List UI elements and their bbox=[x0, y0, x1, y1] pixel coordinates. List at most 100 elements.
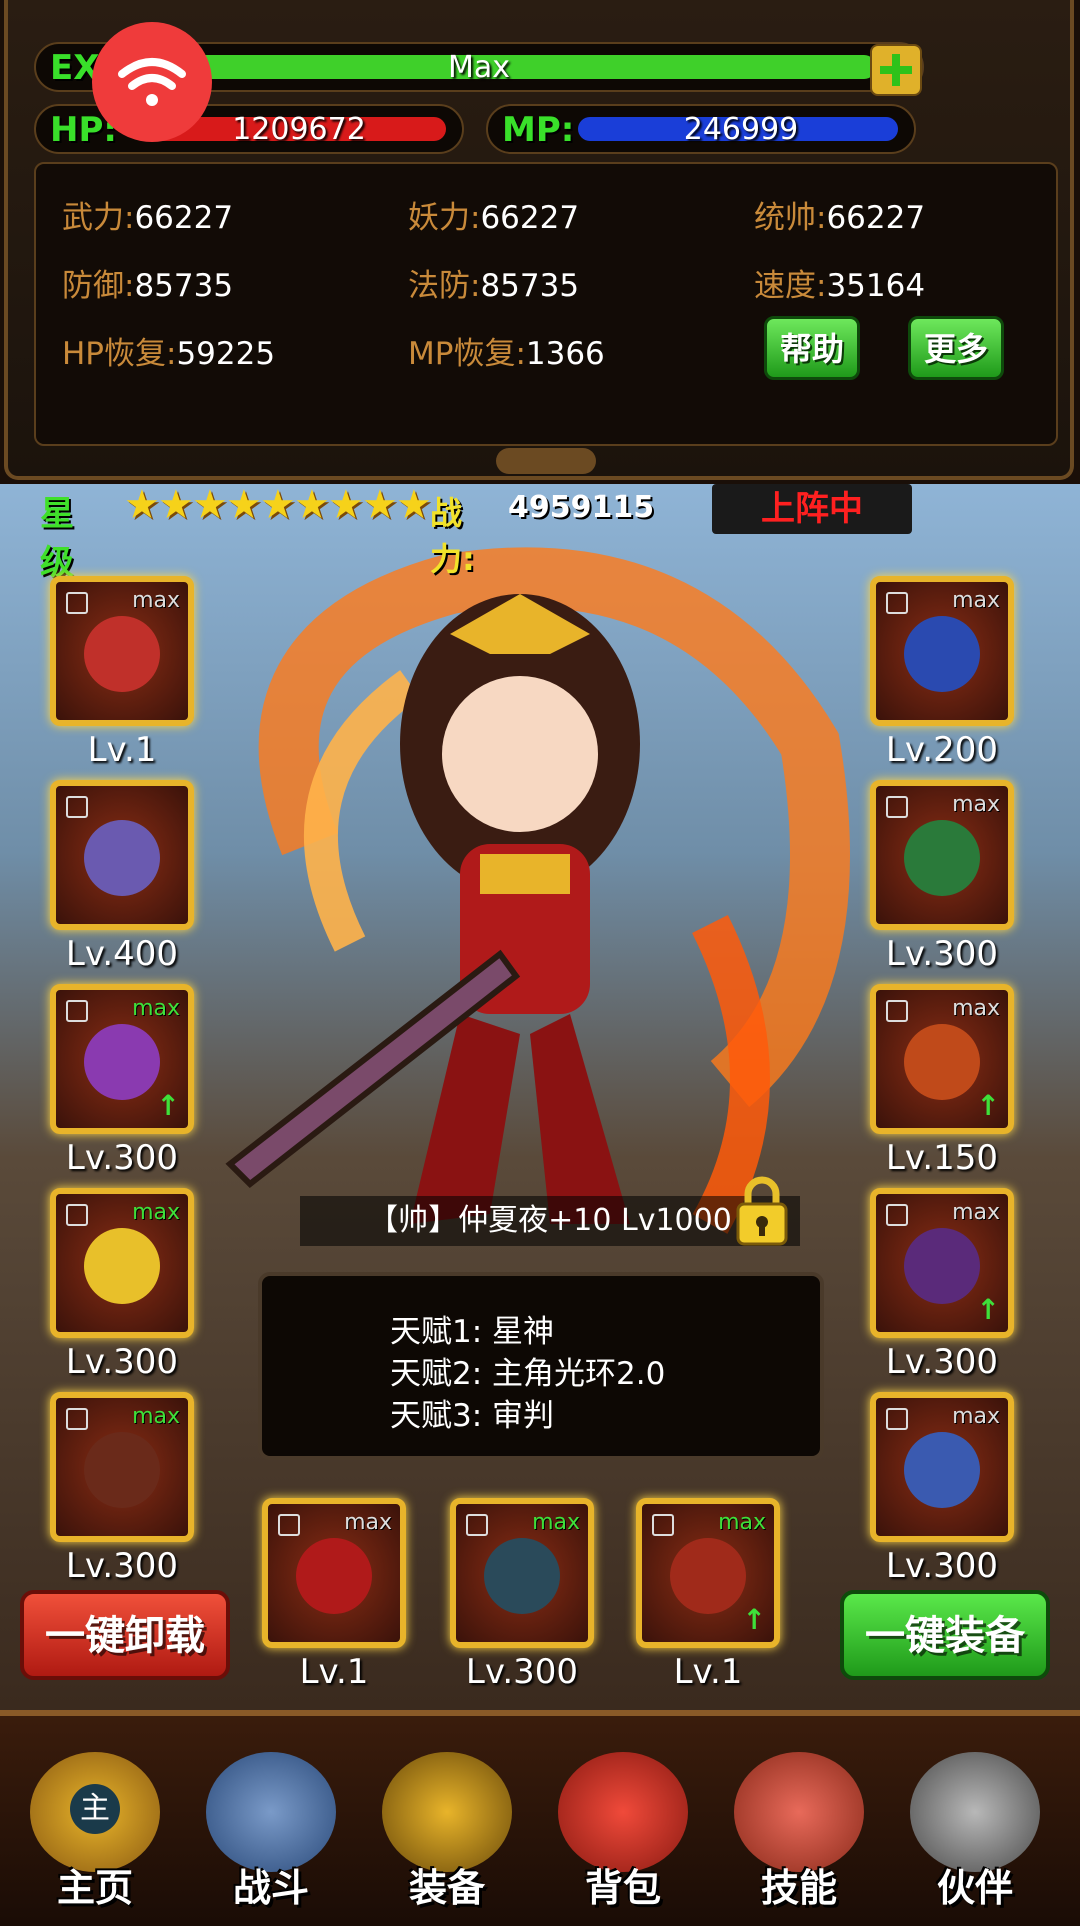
mp-value: 246999 bbox=[683, 112, 799, 147]
equip-slot-right-3[interactable]: max ↑ bbox=[870, 984, 1014, 1134]
power-value: 4959115 bbox=[508, 490, 655, 525]
add-exp-icon[interactable] bbox=[870, 44, 922, 96]
equip-claw-icon bbox=[904, 1228, 980, 1304]
nav-label: 背包 bbox=[584, 1866, 661, 1910]
equip-slot-right-4[interactable]: max ↑ bbox=[870, 1188, 1014, 1338]
equip-shield-icon bbox=[904, 820, 980, 896]
crossed-swords-icon bbox=[206, 1752, 336, 1872]
upgrade-arrow-icon: ↑ bbox=[742, 1603, 766, 1636]
lock-icon bbox=[886, 1408, 908, 1430]
nav-skills[interactable]: 技能 bbox=[724, 1752, 874, 1912]
home-icon: 主 bbox=[30, 1752, 160, 1872]
equip-boots-icon bbox=[904, 1432, 980, 1508]
talent-3: 天赋3: 审判 bbox=[390, 1398, 555, 1434]
nav-battle[interactable]: 战斗 bbox=[196, 1752, 346, 1912]
max-tag: max bbox=[952, 792, 1000, 817]
equip-slot-right-5[interactable]: max bbox=[870, 1392, 1014, 1542]
help-button[interactable]: 帮助 bbox=[764, 316, 860, 380]
unequip-all-button[interactable]: 一键卸载 bbox=[20, 1590, 230, 1680]
hero-lock-icon[interactable] bbox=[734, 1176, 790, 1246]
max-tag: max bbox=[952, 1200, 1000, 1225]
wifi-icon bbox=[92, 22, 212, 142]
lock-icon bbox=[652, 1514, 674, 1536]
status-badge: 上阵中 bbox=[712, 484, 912, 534]
equip-level: Lv.1 bbox=[87, 730, 157, 770]
max-tag: max bbox=[952, 588, 1000, 613]
equip-armor-icon bbox=[84, 1024, 160, 1100]
equip-level: Lv.200 bbox=[885, 730, 999, 770]
max-tag: max bbox=[718, 1510, 766, 1535]
talent-panel: 天赋1: 星神 天赋2: 主角光环2.0 天赋3: 审判 bbox=[258, 1272, 824, 1460]
bag-icon bbox=[558, 1752, 688, 1872]
equip-pouch-icon bbox=[296, 1538, 372, 1614]
equip-level: Lv.300 bbox=[465, 1652, 579, 1692]
lock-icon bbox=[66, 592, 88, 614]
max-tag: max bbox=[132, 588, 180, 613]
nav-home[interactable]: 主 主页 bbox=[20, 1752, 170, 1912]
star-icon: ★ bbox=[158, 484, 194, 528]
equip-amulet-icon bbox=[904, 616, 980, 692]
equip-slot-right-1[interactable]: max bbox=[870, 576, 1014, 726]
nav-bag[interactable]: 背包 bbox=[548, 1752, 698, 1912]
lock-icon bbox=[886, 796, 908, 818]
attr-yaoli: 妖力:66227 bbox=[408, 200, 580, 236]
star-icon: ★ bbox=[362, 484, 398, 528]
equip-slot-left-1[interactable]: max bbox=[50, 576, 194, 726]
nav-label: 主页 bbox=[56, 1866, 133, 1910]
star-label: 星级 bbox=[40, 494, 74, 583]
nav-label: 技能 bbox=[760, 1866, 837, 1910]
lock-icon bbox=[66, 1408, 88, 1430]
star-icon: ★ bbox=[124, 484, 160, 528]
lock-icon bbox=[278, 1514, 300, 1536]
talent-2: 天赋2: 主角光环2.0 bbox=[390, 1356, 666, 1392]
max-tag: max bbox=[532, 1510, 580, 1535]
max-tag: max bbox=[132, 1200, 180, 1225]
upgrade-arrow-icon: ↑ bbox=[976, 1089, 1000, 1122]
equip-slot-bottom-2[interactable]: max bbox=[450, 1498, 594, 1648]
panel-ornament bbox=[496, 448, 596, 474]
equip-slot-bottom-3[interactable]: max ↑ bbox=[636, 1498, 780, 1648]
upgrade-arrow-icon: ↑ bbox=[156, 1089, 180, 1122]
armor-icon bbox=[382, 1752, 512, 1872]
equip-slot-left-2[interactable] bbox=[50, 780, 194, 930]
status-text: 上阵中 bbox=[761, 489, 863, 529]
equip-slot-left-4[interactable]: max bbox=[50, 1188, 194, 1338]
nav-partners[interactable]: 伙伴 bbox=[900, 1752, 1050, 1912]
upgrade-arrow-icon: ↑ bbox=[976, 1293, 1000, 1326]
equip-slot-bottom-1[interactable]: max bbox=[262, 1498, 406, 1648]
attr-fangyu: 防御:85735 bbox=[62, 268, 234, 304]
equip-level: Lv.300 bbox=[885, 1342, 999, 1382]
attributes-panel: 武力:66227 妖力:66227 统帅:66227 防御:85735 法防:8… bbox=[34, 162, 1058, 446]
max-tag: max bbox=[952, 996, 1000, 1021]
lock-icon bbox=[466, 1514, 488, 1536]
equip-slot-left-3[interactable]: max ↑ bbox=[50, 984, 194, 1134]
attr-tongshuai: 统帅:66227 bbox=[754, 200, 926, 236]
equip-tome-icon bbox=[484, 1538, 560, 1614]
equip-slot-right-2[interactable]: max bbox=[870, 780, 1014, 930]
equip-slot-left-5[interactable]: max bbox=[50, 1392, 194, 1542]
equip-disc-icon bbox=[84, 820, 160, 896]
equip-bracelet-icon bbox=[84, 1228, 160, 1304]
home-badge: 主 bbox=[70, 1784, 120, 1834]
talent-1: 天赋1: 星神 bbox=[390, 1314, 555, 1350]
star-icon: ★ bbox=[226, 484, 262, 528]
nav-label: 战斗 bbox=[232, 1866, 309, 1910]
power-label: 战力: bbox=[430, 494, 475, 578]
nav-label: 伙伴 bbox=[936, 1866, 1013, 1910]
equip-level: Lv.400 bbox=[65, 934, 179, 974]
lock-icon bbox=[66, 796, 88, 818]
max-tag: max bbox=[344, 1510, 392, 1535]
max-tag: max bbox=[132, 1404, 180, 1429]
nav-equipment[interactable]: 装备 bbox=[372, 1752, 522, 1912]
more-button[interactable]: 更多 bbox=[908, 316, 1004, 380]
star-icon: ★ bbox=[294, 484, 330, 528]
equip-level: Lv.1 bbox=[299, 1652, 369, 1692]
lock-icon bbox=[66, 1000, 88, 1022]
equip-level: Lv.300 bbox=[885, 1546, 999, 1586]
attr-fafang: 法防:85735 bbox=[408, 268, 580, 304]
equip-level: Lv.300 bbox=[65, 1342, 179, 1382]
hero-scene: 星级 ★ ★ ★ ★ ★ ★ ★ ★ ★ 战力: 4959115 上阵中 max Lv.1 Lv… bbox=[0, 484, 1080, 1710]
nav-label: 装备 bbox=[408, 1866, 485, 1910]
equip-all-button[interactable]: 一键装备 bbox=[840, 1590, 1050, 1680]
equip-chestplate-icon bbox=[904, 1024, 980, 1100]
